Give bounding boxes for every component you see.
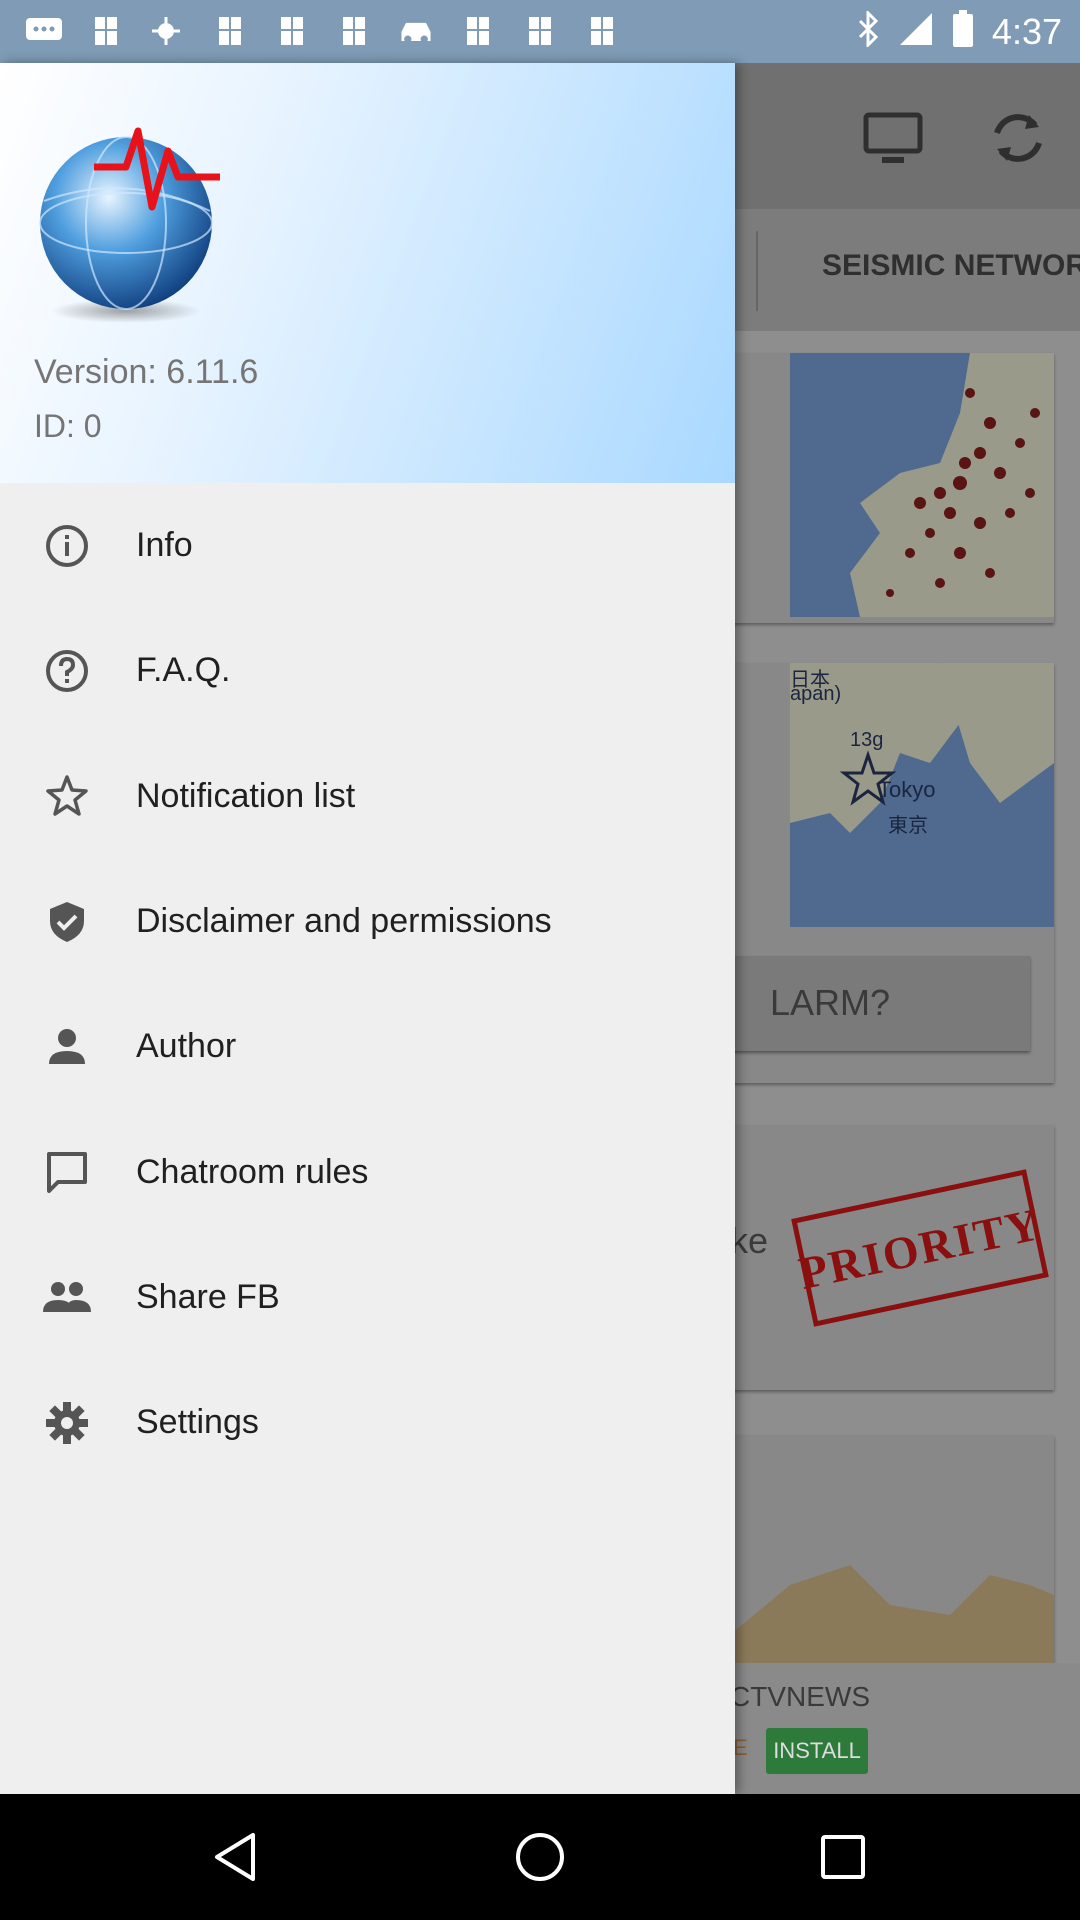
home-icon[interactable] bbox=[510, 1827, 570, 1887]
menu-label-author: Author bbox=[136, 1027, 237, 1066]
activity-graph bbox=[730, 1565, 1054, 1665]
tab-seismic-network[interactable]: SEISMIC NETWOR bbox=[822, 249, 1080, 283]
people-icon bbox=[42, 1272, 92, 1322]
weather-icon bbox=[148, 12, 188, 50]
system-nav-bar bbox=[0, 1794, 1080, 1920]
monitor-icon[interactable] bbox=[858, 103, 928, 173]
help-circle-icon bbox=[42, 646, 92, 696]
chat-bubble-icon bbox=[42, 1147, 92, 1197]
menu-label-disclaimer: Disclaimer and permissions bbox=[136, 902, 552, 941]
car-icon bbox=[396, 12, 436, 50]
menu-label-share-fb: Share FB bbox=[136, 1277, 280, 1316]
ad-install-button[interactable]: INSTALL bbox=[766, 1728, 868, 1774]
battery-icon bbox=[952, 10, 974, 53]
chat-icon bbox=[24, 12, 64, 50]
map-label-japan: apan) bbox=[790, 683, 842, 705]
app-logo-icon bbox=[39, 127, 220, 323]
person-icon bbox=[42, 1022, 92, 1072]
menu-item-chatroom-rules[interactable]: Chatroom rules bbox=[0, 1109, 735, 1234]
menu-label-chatroom-rules: Chatroom rules bbox=[136, 1152, 369, 1191]
notification-icons bbox=[24, 12, 622, 50]
device-id-text: ID: 0 bbox=[34, 408, 102, 444]
signal-icon bbox=[898, 11, 934, 52]
tab-divider bbox=[756, 231, 758, 311]
menu-label-notification-list: Notification list bbox=[136, 776, 356, 815]
info-icon bbox=[42, 521, 92, 571]
gear-icon bbox=[42, 1398, 92, 1448]
refresh-icon[interactable] bbox=[983, 103, 1053, 173]
shield-check-icon bbox=[42, 897, 92, 947]
menu-item-settings[interactable]: Settings bbox=[0, 1360, 735, 1485]
ad-free-label: E bbox=[733, 1735, 748, 1760]
ad-app-name: CTVNEWS bbox=[730, 1681, 870, 1712]
menu-item-share-fb[interactable]: Share FB bbox=[0, 1235, 735, 1360]
version-text: Version: 6.11.6 bbox=[34, 353, 259, 391]
star-icon bbox=[42, 771, 92, 821]
menu-item-info[interactable]: Info bbox=[0, 483, 735, 608]
drawer-header: Version: 6.11.6 ID: 0 bbox=[0, 63, 735, 483]
status-bar: 4:37 bbox=[0, 0, 1080, 63]
image-icon bbox=[334, 12, 374, 50]
priority-card-text: ke bbox=[730, 1220, 769, 1261]
menu-label-settings: Settings bbox=[136, 1403, 259, 1442]
menu-label-faq: F.A.Q. bbox=[136, 651, 231, 690]
image-icon bbox=[458, 12, 498, 50]
menu-item-notification-list[interactable]: Notification list bbox=[0, 734, 735, 859]
menu-label-info: Info bbox=[136, 526, 193, 565]
map-label-tokyo-jp: 東京 bbox=[888, 815, 928, 837]
map-label-magnitude: 13g bbox=[850, 729, 884, 751]
navigation-drawer: Version: 6.11.6 ID: 0 Info F.A.Q. Notifi… bbox=[0, 63, 735, 1794]
recents-icon[interactable] bbox=[813, 1827, 873, 1887]
alarm-button-label: LARM? bbox=[770, 982, 891, 1023]
image-icon bbox=[520, 12, 560, 50]
menu-item-disclaimer[interactable]: Disclaimer and permissions bbox=[0, 859, 735, 984]
image-icon bbox=[210, 12, 250, 50]
back-icon[interactable] bbox=[207, 1827, 267, 1887]
clock: 4:37 bbox=[991, 10, 1062, 52]
image-icon bbox=[86, 12, 126, 50]
menu-item-author[interactable]: Author bbox=[0, 984, 735, 1109]
drawer-menu: Info F.A.Q. Notification list Disclaimer… bbox=[0, 483, 735, 1485]
image-icon bbox=[582, 12, 622, 50]
map-label-tokyo: Tokyo bbox=[878, 777, 936, 802]
bluetooth-icon bbox=[856, 9, 880, 52]
menu-item-faq[interactable]: F.A.Q. bbox=[0, 608, 735, 733]
network-map bbox=[790, 353, 1054, 617]
image-icon bbox=[272, 12, 312, 50]
